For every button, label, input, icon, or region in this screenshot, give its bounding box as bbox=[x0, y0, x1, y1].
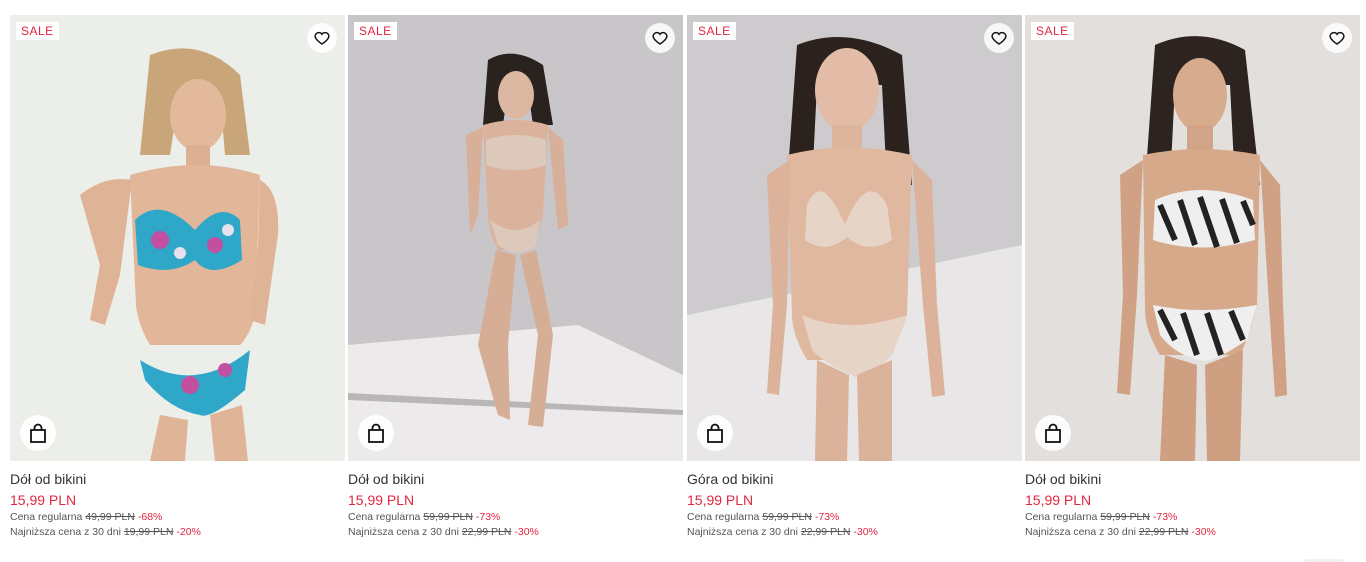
shopping-bag-icon bbox=[368, 423, 384, 443]
product-card[interactable]: SALE Góra od bikini 15,99 PLN Cena regul… bbox=[687, 15, 1022, 540]
product-image[interactable]: SALE bbox=[1025, 15, 1360, 461]
heart-icon bbox=[314, 31, 330, 45]
lowest-price-label: Najniższa cena z 30 dni bbox=[348, 526, 459, 538]
lowest-price-label: Najniższa cena z 30 dni bbox=[10, 526, 121, 538]
model-photo bbox=[348, 15, 683, 461]
product-price: 15,99 PLN bbox=[348, 492, 415, 508]
product-card[interactable]: SALE Dół od bikini 15,99 PLN Cena regula… bbox=[348, 15, 683, 540]
regular-discount: -73% bbox=[1152, 511, 1178, 523]
lowest-price: 22,99 PLN bbox=[800, 526, 851, 538]
heart-icon bbox=[652, 31, 668, 45]
product-info: Góra od bikini 15,99 PLN Cena regularna … bbox=[687, 461, 1022, 540]
lowest-price-row: Najniższa cena z 30 dni 22,99 PLN -30% bbox=[1025, 525, 1360, 540]
model-photo bbox=[10, 15, 345, 461]
shopping-bag-icon bbox=[707, 423, 723, 443]
lowest-price-row: Najniższa cena z 30 dni 22,99 PLN -30% bbox=[687, 525, 1022, 540]
product-info: Dół od bikini 15,99 PLN Cena regularna 5… bbox=[348, 461, 683, 540]
product-price: 15,99 PLN bbox=[10, 492, 77, 508]
shopping-bag-icon bbox=[30, 423, 46, 443]
lowest-price-label: Najniższa cena z 30 dni bbox=[687, 526, 798, 538]
sale-badge: SALE bbox=[693, 22, 736, 40]
add-to-favorites-button[interactable] bbox=[307, 23, 337, 53]
regular-price-label: Cena regularna bbox=[687, 511, 760, 523]
product-image[interactable]: SALE bbox=[10, 15, 345, 461]
product-info: Dół od bikini 15,99 PLN Cena regularna 5… bbox=[1025, 461, 1360, 540]
product-name[interactable]: Dół od bikini bbox=[1025, 470, 1360, 488]
regular-price: 59,99 PLN bbox=[423, 511, 473, 523]
lowest-discount: -20% bbox=[176, 526, 201, 538]
sale-badge: SALE bbox=[354, 22, 397, 40]
product-price: 15,99 PLN bbox=[1025, 492, 1092, 508]
model-photo bbox=[1025, 15, 1360, 461]
product-name[interactable]: Dół od bikini bbox=[10, 470, 345, 488]
lowest-discount: -30% bbox=[853, 526, 878, 538]
add-to-favorites-button[interactable] bbox=[984, 23, 1014, 53]
regular-price-row: Cena regularna 59,99 PLN -73% bbox=[348, 510, 683, 525]
product-card[interactable]: SALE Dół od bikini 15,99 PLN Cena regula… bbox=[1025, 15, 1360, 540]
regular-price-row: Cena regularna 59,99 PLN -73% bbox=[1025, 510, 1360, 525]
regular-discount: -68% bbox=[137, 511, 163, 523]
add-to-favorites-button[interactable] bbox=[1322, 23, 1352, 53]
lowest-price: 22,99 PLN bbox=[1138, 526, 1189, 538]
regular-price-row: Cena regularna 49,99 PLN -68% bbox=[10, 510, 345, 525]
add-to-favorites-button[interactable] bbox=[645, 23, 675, 53]
regular-price: 59,99 PLN bbox=[1100, 511, 1150, 523]
regular-price: 49,99 PLN bbox=[85, 511, 135, 523]
product-price: 15,99 PLN bbox=[687, 492, 754, 508]
product-card[interactable]: SALE Dół od bikini 15,99 PLN Cena regula… bbox=[10, 15, 345, 540]
product-name[interactable]: Góra od bikini bbox=[687, 470, 1022, 488]
product-info: Dół od bikini 15,99 PLN Cena regularna 4… bbox=[10, 461, 345, 540]
add-to-cart-button[interactable] bbox=[697, 415, 733, 451]
sale-badge: SALE bbox=[16, 22, 59, 40]
lowest-price-label: Najniższa cena z 30 dni bbox=[1025, 526, 1136, 538]
regular-price-label: Cena regularna bbox=[10, 511, 83, 523]
model-photo bbox=[687, 15, 1022, 461]
product-grid: SALE Dół od bikini 15,99 PLN Cena regula… bbox=[10, 15, 1360, 545]
shopping-bag-icon bbox=[1045, 423, 1061, 443]
lowest-price: 19,99 PLN bbox=[123, 526, 174, 538]
add-to-cart-button[interactable] bbox=[20, 415, 56, 451]
lowest-discount: -30% bbox=[1191, 526, 1216, 538]
regular-price: 59,99 PLN bbox=[762, 511, 812, 523]
add-to-cart-button[interactable] bbox=[358, 415, 394, 451]
add-to-cart-button[interactable] bbox=[1035, 415, 1071, 451]
product-name[interactable]: Dół od bikini bbox=[348, 470, 683, 488]
lowest-price-row: Najniższa cena z 30 dni 22,99 PLN -30% bbox=[348, 525, 683, 540]
lowest-discount: -30% bbox=[514, 526, 539, 538]
heart-icon bbox=[1329, 31, 1345, 45]
heart-icon bbox=[991, 31, 1007, 45]
regular-price-label: Cena regularna bbox=[1025, 511, 1098, 523]
product-image[interactable]: SALE bbox=[687, 15, 1022, 461]
product-image[interactable]: SALE bbox=[348, 15, 683, 461]
regular-price-label: Cena regularna bbox=[348, 511, 421, 523]
regular-price-row: Cena regularna 59,99 PLN -73% bbox=[687, 510, 1022, 525]
lowest-price-row: Najniższa cena z 30 dni 19,99 PLN -20% bbox=[10, 525, 345, 540]
regular-discount: -73% bbox=[814, 511, 840, 523]
lowest-price: 22,99 PLN bbox=[461, 526, 512, 538]
regular-discount: -73% bbox=[475, 511, 501, 523]
sale-badge: SALE bbox=[1031, 22, 1074, 40]
